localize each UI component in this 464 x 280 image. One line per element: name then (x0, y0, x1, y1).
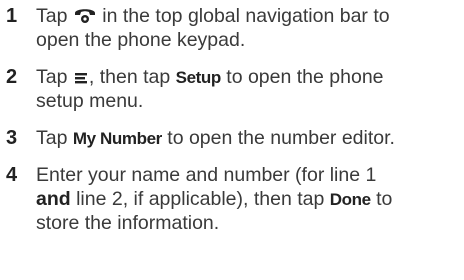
step-line: store the information. (36, 212, 220, 234)
step-line: Tap , then tap Setup to open the phone (36, 65, 464, 89)
done-keyword: Done (329, 190, 371, 209)
step-text-segment: line 2, if applicable), then tap (76, 188, 325, 210)
step-text-segment: Tap (36, 127, 68, 149)
step-text: Tap , then tap Setup to open the phone s… (36, 65, 464, 113)
step-text: Tap in the top global navigation bar to … (36, 4, 464, 52)
step-line: Enter your name and number (for line 1 (36, 164, 377, 186)
step-number: 3 (6, 127, 18, 149)
step-text: Tap My Number to open the number editor. (36, 126, 464, 150)
step-text-segment: Tap (36, 5, 68, 27)
step-line: open the phone keypad. (36, 29, 246, 51)
step-line: and line 2, if applicable), then tap Don… (36, 187, 464, 211)
step-text-segment: Tap (36, 66, 68, 88)
step-text-segment: to open the number editor. (167, 127, 395, 149)
and-emphasis: and (36, 188, 71, 210)
step-text-segment: to (376, 188, 393, 210)
step-number: 1 (6, 5, 18, 27)
step-line: Tap in the top global navigation bar to (36, 4, 464, 28)
my-number-keyword: My Number (72, 129, 162, 148)
step-text: Enter your name and number (for line 1 a… (36, 163, 464, 235)
step-line: Tap My Number to open the number editor. (36, 126, 464, 150)
step-text-segment: , then tap (88, 66, 171, 88)
step-number: 2 (6, 66, 18, 88)
step-line: setup menu. (36, 90, 144, 112)
step-text-segment: in the top global navigation bar to (102, 5, 390, 27)
step-number: 4 (6, 164, 18, 186)
step-text-segment: to open the phone (226, 66, 384, 88)
setup-keyword: Setup (175, 68, 222, 87)
